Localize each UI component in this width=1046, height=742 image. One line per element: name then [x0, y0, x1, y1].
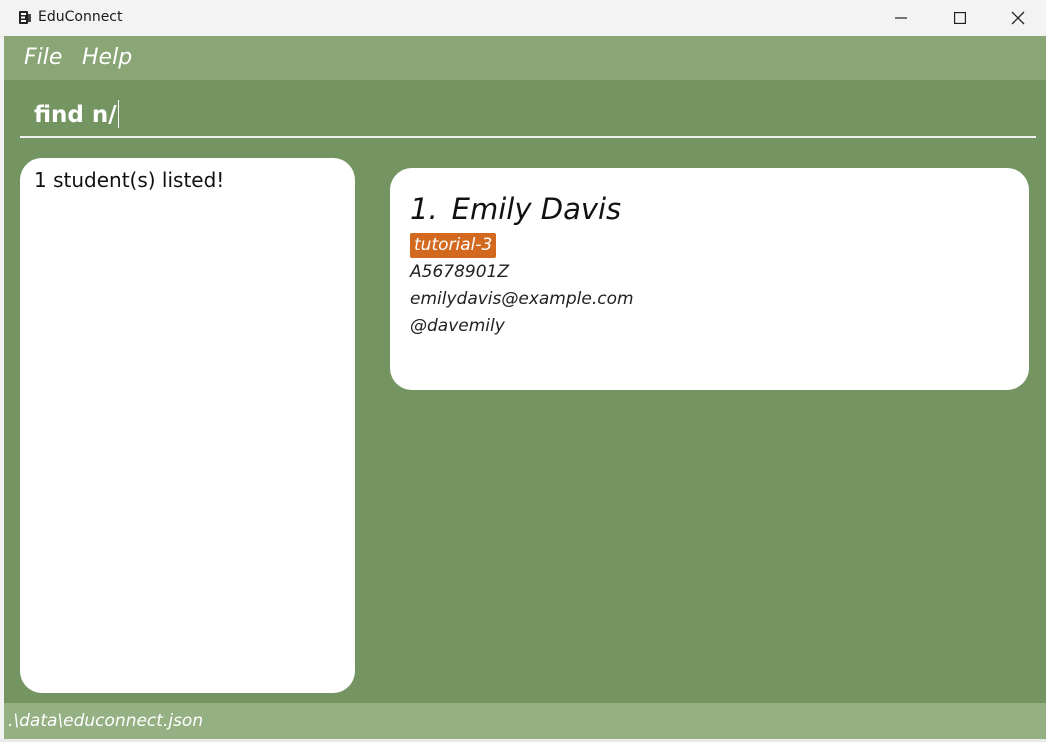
student-tag: tutorial-3 — [410, 233, 497, 258]
result-display: 1 student(s) listed! — [20, 158, 355, 693]
student-card[interactable]: 1. Emily Davis tutorial-3 A5678901Z emily… — [390, 168, 1029, 390]
command-box[interactable]: find n/ — [20, 94, 1036, 138]
command-value: find n/ — [34, 102, 117, 128]
student-telegram: @davemily — [410, 316, 505, 336]
minimize-icon — [895, 17, 907, 19]
maximize-button[interactable] — [931, 0, 989, 36]
window-title: EduConnect — [38, 9, 123, 25]
text-caret — [117, 100, 119, 128]
status-file-path: .\data\educonnect.json — [8, 711, 204, 731]
menu-file[interactable]: File — [24, 45, 62, 70]
app-logo-icon — [19, 11, 31, 24]
student-card-title: 1. Emily Davis — [410, 192, 621, 226]
main-panel: find n/ 1 student(s) listed! 1. Emily Dav… — [4, 80, 1046, 703]
close-button[interactable] — [989, 0, 1046, 36]
student-id: A5678901Z — [410, 262, 509, 282]
minimize-button[interactable] — [872, 0, 930, 36]
menu-bar: File Help — [4, 36, 1046, 80]
maximize-icon — [954, 12, 966, 24]
menu-help[interactable]: Help — [82, 45, 132, 70]
command-input[interactable]: find n/ — [34, 100, 119, 128]
title-bar: EduConnect — [0, 0, 1046, 37]
student-index: 1. — [410, 192, 438, 226]
close-icon — [1011, 11, 1025, 25]
result-message: 1 student(s) listed! — [34, 168, 225, 192]
status-bar: .\data\educonnect.json — [4, 703, 1046, 739]
student-email: emilydavis@example.com — [410, 289, 634, 309]
student-name: Emily Davis — [451, 192, 622, 226]
